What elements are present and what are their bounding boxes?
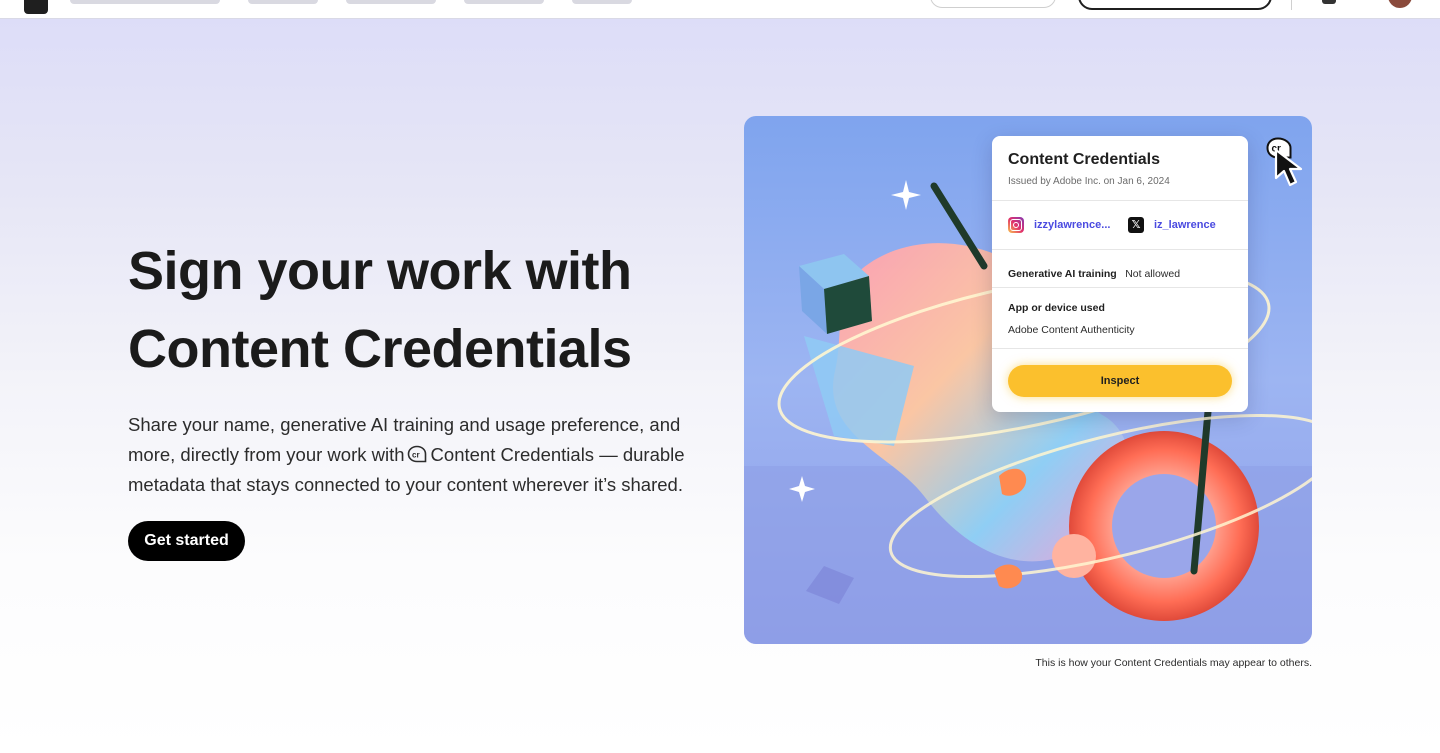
content-credentials-card: Content Credentials Issued by Adobe Inc.… (992, 136, 1248, 412)
x-link[interactable]: 𝕏 iz_lawrence (1128, 217, 1216, 233)
instagram-icon (1008, 217, 1024, 233)
nav-links (70, 0, 632, 8)
hero-description: Share your name, generative AI training … (128, 410, 708, 500)
artwork-caption: This is how your Content Credentials may… (1035, 657, 1312, 669)
divider (992, 287, 1248, 288)
card-title: Content Credentials (1008, 151, 1161, 168)
nav-divider (1291, 0, 1292, 10)
divider (992, 348, 1248, 349)
adobe-logo-icon[interactable] (24, 0, 48, 14)
nav-button-secondary[interactable] (930, 0, 1056, 8)
nav-link[interactable] (346, 0, 436, 4)
content-credentials-icon: cr (407, 445, 426, 463)
nav-button-primary[interactable] (1078, 0, 1272, 10)
hero-title-line1: Sign your work with (128, 241, 632, 301)
app-used-label: App or device used (1008, 302, 1105, 314)
hero-title-line2: Content Credentials (128, 319, 632, 379)
top-nav (0, 0, 1440, 19)
instagram-handle[interactable]: izzylawrence... (1034, 219, 1110, 231)
avatar[interactable] (1388, 0, 1412, 8)
divider (992, 249, 1248, 250)
ai-training-value: Not allowed (1125, 268, 1181, 280)
x-icon: 𝕏 (1128, 217, 1144, 233)
ai-training-label: Generative AI training (1008, 268, 1117, 280)
nav-link[interactable] (572, 0, 632, 4)
app-used-value: Adobe Content Authenticity (1008, 324, 1135, 336)
mouse-cursor-icon (1274, 148, 1303, 187)
instagram-link[interactable]: izzylawrence... (1008, 217, 1110, 233)
svg-text:cr: cr (412, 451, 420, 460)
nav-link[interactable] (464, 0, 544, 4)
get-started-button[interactable]: Get started (128, 521, 245, 561)
inspect-button[interactable]: Inspect (1008, 365, 1232, 397)
card-issued: Issued by Adobe Inc. on Jan 6, 2024 (1008, 176, 1170, 187)
ai-training-row: Generative AI training Not allowed (1008, 264, 1180, 282)
x-handle[interactable]: iz_lawrence (1154, 219, 1216, 231)
divider (992, 200, 1248, 201)
nav-link[interactable] (248, 0, 318, 4)
apps-icon[interactable] (1322, 0, 1336, 4)
hero-title: Sign your work with Content Credentials (128, 232, 728, 388)
nav-link[interactable] (70, 0, 220, 4)
